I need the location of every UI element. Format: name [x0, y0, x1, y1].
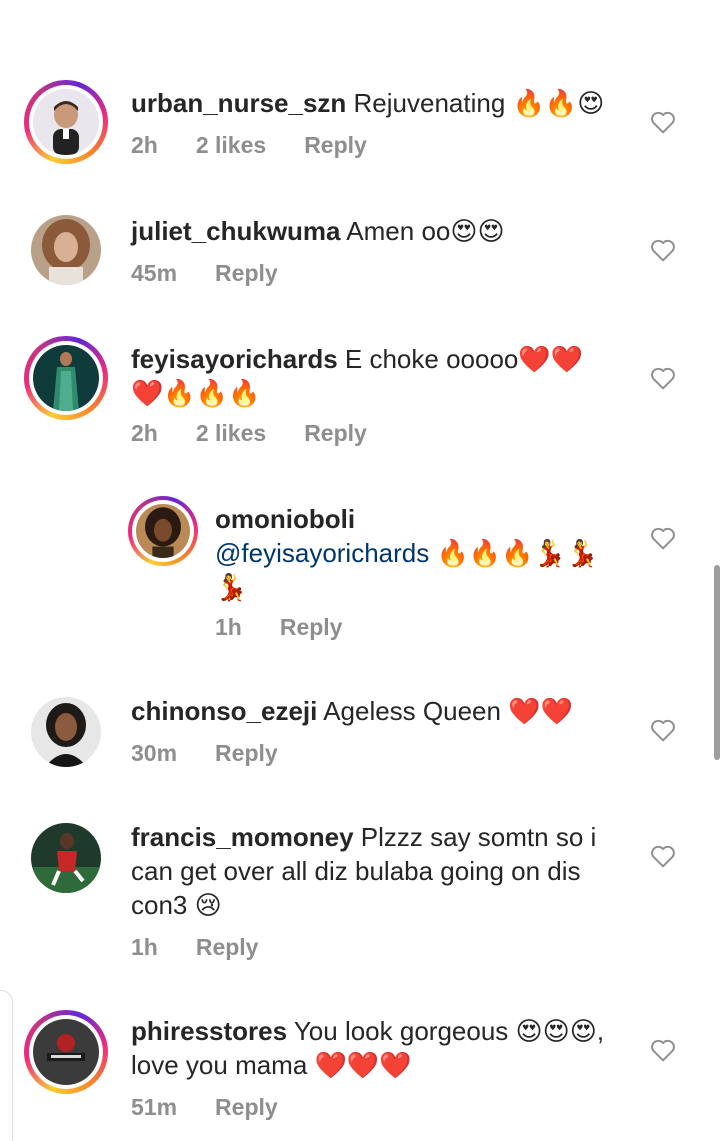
like-heart-icon[interactable] — [650, 1038, 676, 1062]
reply-button[interactable]: Reply — [215, 740, 278, 767]
avatar[interactable] — [24, 690, 108, 774]
comment-meta: 51m Reply — [131, 1094, 316, 1121]
sheet-edge — [0, 990, 13, 1141]
comment-time: 2h — [131, 420, 158, 446]
user-photo-icon — [33, 345, 99, 411]
comment-time: 30m — [131, 740, 178, 766]
comment-time: 45m — [131, 260, 178, 286]
cartoon-avatar-icon — [33, 89, 99, 155]
like-heart-icon[interactable] — [650, 238, 676, 262]
comment-username[interactable]: omonioboli — [215, 502, 625, 536]
user-photo-icon — [31, 823, 101, 893]
user-photo-icon — [31, 215, 101, 285]
comment-username[interactable]: francis_momoney — [131, 822, 354, 852]
comment-time: 51m — [131, 1094, 178, 1120]
like-heart-icon[interactable] — [650, 366, 676, 390]
comment-text: Amen oo😍😍 — [346, 216, 505, 246]
avatar[interactable] — [24, 336, 108, 420]
reply-button[interactable]: Reply — [304, 420, 367, 447]
comment-time: 1h — [131, 934, 158, 960]
reply-button[interactable]: Reply — [215, 260, 278, 287]
avatar[interactable] — [24, 816, 108, 900]
comment-time: 2h — [131, 132, 158, 158]
avatar[interactable] — [24, 208, 108, 292]
comment-time: 1h — [215, 614, 242, 640]
avatar[interactable] — [24, 1010, 108, 1094]
comment-text: Rejuvenating 🔥🔥😍 — [353, 88, 605, 118]
comment-meta: 30m Reply — [131, 740, 316, 767]
comment-meta: 1h Reply — [215, 614, 380, 641]
comment-mention[interactable]: @feyisayorichards — [215, 538, 429, 568]
comment-meta: 2h 2 likes Reply — [131, 420, 405, 447]
comment-likes[interactable]: 2 likes — [196, 132, 266, 159]
comment-username[interactable]: feyisayorichards — [131, 344, 338, 374]
comment-username[interactable]: juliet_chukwuma — [131, 216, 341, 246]
comment-username[interactable]: phiresstores — [131, 1016, 287, 1046]
reply-button[interactable]: Reply — [196, 934, 259, 961]
store-logo-icon — [33, 1019, 99, 1085]
comment-likes[interactable]: 2 likes — [196, 420, 266, 447]
user-photo-icon — [31, 697, 101, 767]
scrollbar[interactable] — [714, 565, 720, 760]
user-photo-icon — [136, 504, 190, 558]
reply-button[interactable]: Reply — [304, 132, 367, 159]
like-heart-icon[interactable] — [650, 110, 676, 134]
like-heart-icon[interactable] — [650, 718, 676, 742]
avatar[interactable] — [24, 80, 108, 164]
comment-meta: 1h Reply — [131, 934, 296, 961]
comment-username[interactable]: urban_nurse_szn — [131, 88, 346, 118]
comment-text: Ageless Queen ❤️❤️ — [323, 696, 573, 726]
comment-meta: 2h 2 likes Reply — [131, 132, 405, 159]
comment-meta: 45m Reply — [131, 260, 316, 287]
like-heart-icon[interactable] — [650, 844, 676, 868]
reply-button[interactable]: Reply — [215, 1094, 278, 1121]
like-heart-icon[interactable] — [650, 526, 676, 550]
comment-username[interactable]: chinonso_ezeji — [131, 696, 317, 726]
reply-button[interactable]: Reply — [280, 614, 343, 641]
avatar[interactable] — [128, 496, 198, 566]
